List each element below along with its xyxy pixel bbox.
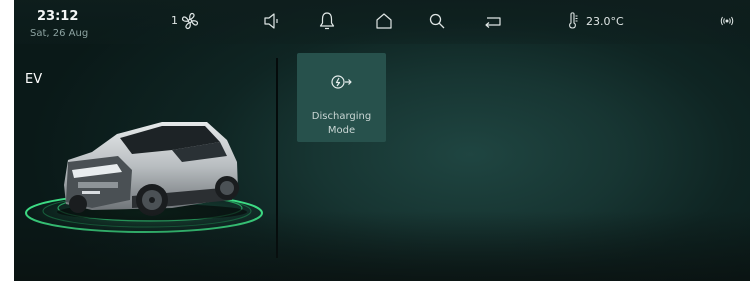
infotainment-screen: 23:12 Sat, 26 Aug 1 23.0°C EV Dischargin… [14,0,750,281]
vehicle-image [22,100,272,244]
fan-icon[interactable] [180,11,200,35]
section-title-ev: EV [25,72,43,87]
clock-date: Sat, 26 Aug [30,28,89,39]
section-divider [276,58,278,258]
return-icon[interactable] [483,14,503,33]
search-icon[interactable] [428,12,446,34]
clock-time: 23:12 [37,9,79,24]
speaker-icon[interactable] [263,12,283,34]
discharging-bolt-icon [330,73,354,95]
bell-icon[interactable] [318,11,336,35]
wireless-signal-icon [719,12,735,31]
status-bar: 23:12 Sat, 26 Aug 1 23.0°C [14,0,750,44]
cabin-temperature[interactable]: 23.0°C [586,15,624,28]
discharging-mode-card[interactable]: Discharging Mode [297,53,386,142]
home-icon[interactable] [375,12,393,34]
fan-speed-value[interactable]: 1 [171,14,178,27]
discharging-mode-label: Discharging Mode [311,111,372,136]
thermometer-icon [566,11,580,35]
